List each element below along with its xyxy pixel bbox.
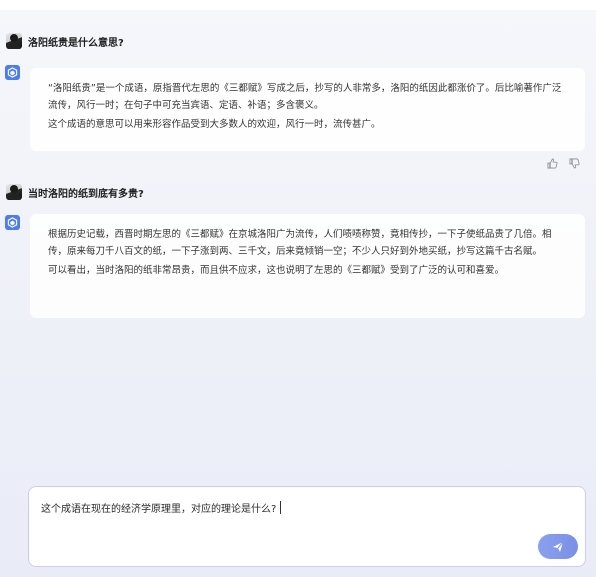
send-button[interactable]: [538, 534, 578, 559]
answer-paragraph: “洛阳纸贵”是一个成语，原指晋代左思的《三都赋》写成之后，抄写的人非常多，洛阳的…: [48, 83, 562, 111]
assistant-answer-card: 根据历史记载，西晋时期左思的《三都赋》在京城洛阳广为流传，人们啧啧称赞，竟相传抄…: [30, 214, 585, 318]
user-avatar: [6, 33, 22, 49]
message-input-value: 这个成语在现在的经济学原理里，对应的理论是什么?: [41, 504, 277, 515]
user-message: 洛阳纸贵是什么意思?: [6, 33, 124, 49]
text-caret: [280, 501, 282, 514]
user-question: 洛阳纸贵是什么意思?: [28, 37, 124, 49]
message-input[interactable]: 这个成语在现在的经济学原理里，对应的理论是什么?: [41, 500, 573, 515]
cube-logo-icon: [5, 215, 20, 230]
user-question: 当时洛阳的纸到底有多贵?: [28, 188, 144, 200]
cube-logo-icon: [5, 65, 20, 80]
thumbs-up-icon[interactable]: [546, 157, 558, 169]
user-message: 当时洛阳的纸到底有多贵?: [6, 184, 144, 200]
message-input-box[interactable]: 这个成语在现在的经济学原理里，对应的理论是什么?: [28, 486, 586, 567]
user-avatar: [6, 184, 22, 200]
assistant-answer-card: “洛阳纸贵”是一个成语，原指晋代左思的《三都赋》写成之后，抄写的人非常多，洛阳的…: [30, 68, 585, 151]
thumbs-down-icon[interactable]: [568, 157, 580, 169]
answer-paragraph: 这个成语的意思可以用来形容作品受到大多数人的欢迎，风行一时，流传甚广。: [48, 119, 381, 130]
answer-paragraph: 可以看出，当时洛阳的纸非常昂贵，而且供不应求，这也说明了左思的《三都赋》受到了广…: [48, 265, 505, 276]
feedback-actions: [546, 157, 580, 169]
answer-paragraph: 根据历史记载，西晋时期左思的《三都赋》在京城洛阳广为流传，人们啧啧称赞，竟相传抄…: [48, 229, 552, 257]
send-arrow-icon: [553, 541, 564, 552]
top-bar: [0, 0, 596, 10]
